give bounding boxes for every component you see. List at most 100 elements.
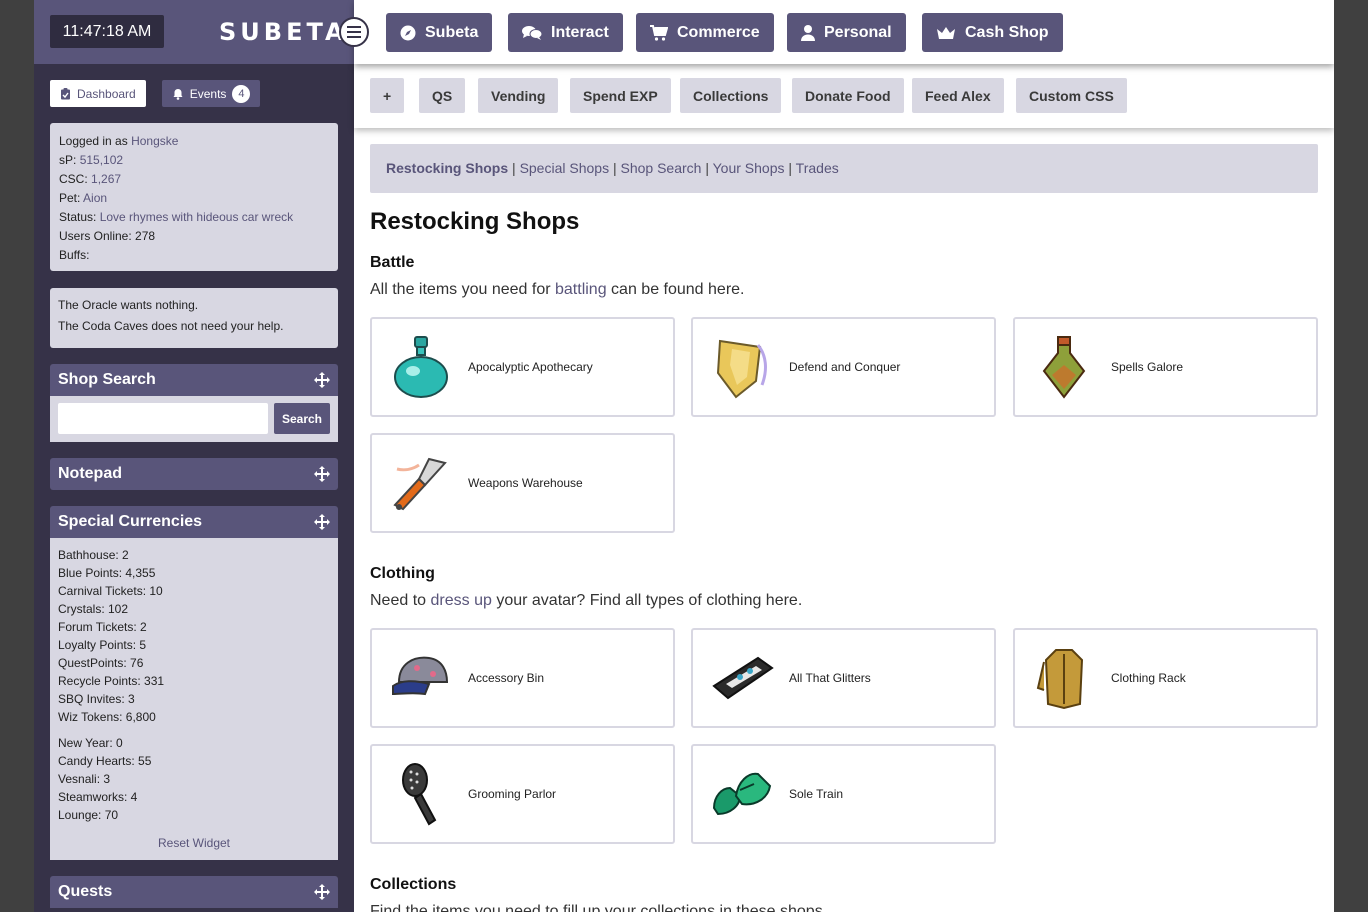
collections-description: Find the items you need to fill up your … xyxy=(370,903,828,912)
special-currencies-title: Special Currencies xyxy=(58,513,203,530)
clipboard-icon xyxy=(61,87,70,99)
sidebar-pills: Dashboard Events 4 xyxy=(50,80,261,107)
shop-card-accessory-bin[interactable]: Accessory Bin xyxy=(370,628,675,728)
quicklink-vending[interactable]: Vending xyxy=(478,78,559,113)
shop-search-body: Search xyxy=(50,396,338,442)
csc-label: CSC: xyxy=(59,172,88,186)
move-icon[interactable] xyxy=(314,514,330,530)
events-count-badge: 4 xyxy=(232,84,251,103)
top-nav: Subeta Interact Commerce Personal Cash S… xyxy=(354,0,1334,64)
shop-card-grooming-parlor[interactable]: Grooming Parlor xyxy=(370,744,675,844)
quicklink-collections[interactable]: Collections xyxy=(680,78,782,113)
shield-icon xyxy=(709,334,775,400)
currency-item: Crystals: 102 xyxy=(58,602,129,616)
shop-card-spells-galore[interactable]: Spells Galore xyxy=(1013,317,1318,417)
currency-item: Steamworks: 4 xyxy=(58,790,138,804)
nav-cash-shop[interactable]: Cash Shop xyxy=(922,13,1063,52)
currency-item: Vesnali: 3 xyxy=(58,772,111,786)
breadcrumb-shop-search[interactable]: Shop Search xyxy=(621,160,702,176)
shop-name: Apocalyptic Apothecary xyxy=(468,360,593,374)
battling-link[interactable]: battling xyxy=(555,281,607,298)
spell-flask-icon xyxy=(1031,334,1097,400)
nav-commerce[interactable]: Commerce xyxy=(636,13,774,52)
crown-icon xyxy=(937,26,955,39)
shoes-icon xyxy=(709,761,775,827)
user-info-box: Logged in as Hongske sP: 515,102 CSC: 1,… xyxy=(50,123,338,271)
hamburger-icon xyxy=(347,26,361,38)
currency-item: Wiz Tokens: 6,800 xyxy=(58,710,156,724)
shop-card-clothing-rack[interactable]: Clothing Rack xyxy=(1013,628,1318,728)
nav-subeta[interactable]: Subeta xyxy=(386,13,493,52)
quicklink-qs[interactable]: QS xyxy=(419,78,466,113)
breadcrumb-separator: | xyxy=(512,160,516,176)
battle-description: All the items you need for battling can … xyxy=(370,281,744,299)
cap-icon xyxy=(388,645,454,711)
breadcrumb-current[interactable]: Restocking Shops xyxy=(386,160,508,176)
dress-up-link[interactable]: dress up xyxy=(431,592,492,609)
pet-link[interactable]: Aion xyxy=(83,191,107,205)
brand-bar: 11:47:18 AM SUBETA xyxy=(34,0,354,64)
clothing-description: Need to dress up your avatar? Find all t… xyxy=(370,592,802,610)
coat-icon xyxy=(1031,645,1097,711)
nav-interact[interactable]: Interact xyxy=(508,13,623,52)
shop-card-weapons-warehouse[interactable]: Weapons Warehouse xyxy=(370,433,675,533)
breadcrumb-your-shops[interactable]: Your Shops xyxy=(713,160,785,176)
clothing-desc-text: your avatar? Find all types of clothing … xyxy=(496,592,803,609)
username-link[interactable]: Hongske xyxy=(131,134,178,148)
logged-in-label: Logged in as xyxy=(59,134,128,148)
shop-search-input[interactable] xyxy=(58,403,268,434)
notepad-title: Notepad xyxy=(58,465,122,482)
notepad-widget-header[interactable]: Notepad xyxy=(50,458,338,490)
hamburger-menu-button[interactable] xyxy=(339,17,369,47)
breadcrumb-special-shops[interactable]: Special Shops xyxy=(520,160,610,176)
reset-widget-link[interactable]: Reset Widget xyxy=(58,834,330,852)
quicklink-donate-food[interactable]: Donate Food xyxy=(792,78,904,113)
search-button[interactable]: Search xyxy=(274,403,330,434)
shop-card-defend-and-conquer[interactable]: Defend and Conquer xyxy=(691,317,996,417)
shop-card-apocalyptic-apothecary[interactable]: Apocalyptic Apothecary xyxy=(370,317,675,417)
breadcrumb-trades[interactable]: Trades xyxy=(796,160,839,176)
events-button[interactable]: Events 4 xyxy=(161,80,261,107)
move-icon[interactable] xyxy=(314,372,330,388)
currency-item: Blue Points: 4,355 xyxy=(58,566,156,580)
sp-value[interactable]: 515,102 xyxy=(80,153,123,167)
bracelet-box-icon xyxy=(709,645,775,711)
nav-label: Interact xyxy=(551,23,609,41)
sidebar: 11:47:18 AM SUBETA Dashboard Events 4 Lo… xyxy=(34,0,354,912)
quicklink-spend-exp[interactable]: Spend EXP xyxy=(570,78,671,113)
breadcrumb-separator: | xyxy=(788,160,793,176)
quicklink-custom-css[interactable]: Custom CSS xyxy=(1016,78,1127,113)
currency-item: QuestPoints: 76 xyxy=(58,656,144,670)
nav-label: Subeta xyxy=(425,23,479,41)
nav-label: Personal xyxy=(824,23,892,41)
quicklink-feed-alex[interactable]: Feed Alex xyxy=(912,78,1004,113)
status-label: Status: xyxy=(59,210,97,224)
shop-name: Sole Train xyxy=(789,787,844,801)
shop-name: Clothing Rack xyxy=(1111,671,1186,685)
dashboard-button[interactable]: Dashboard xyxy=(50,80,146,107)
quicklink-add[interactable]: + xyxy=(370,78,405,113)
nav-label: Cash Shop xyxy=(965,23,1049,41)
quests-title: Quests xyxy=(58,883,113,900)
battle-desc-text: All the items you need for xyxy=(370,281,551,298)
status-link[interactable]: Love rhymes with hideous car wreck xyxy=(100,210,293,224)
shop-card-sole-train[interactable]: Sole Train xyxy=(691,744,996,844)
nav-personal[interactable]: Personal xyxy=(787,13,906,52)
move-icon[interactable] xyxy=(314,466,330,482)
battle-heading: Battle xyxy=(370,254,415,271)
breadcrumb-separator: | xyxy=(612,160,617,176)
shop-name: All That Glitters xyxy=(789,671,871,685)
breadcrumb: Restocking Shops | Special Shops | Shop … xyxy=(370,144,1318,193)
special-currencies-widget-header[interactable]: Special Currencies xyxy=(50,506,338,538)
quests-widget-header[interactable]: Quests xyxy=(50,876,338,908)
shop-card-all-that-glitters[interactable]: All That Glitters xyxy=(691,628,996,728)
special-currencies-body: Bathhouse: 2 Blue Points: 4,355 Carnival… xyxy=(50,538,338,860)
currency-item: SBQ Invites: 3 xyxy=(58,692,135,706)
site-logo[interactable]: SUBETA xyxy=(219,18,348,46)
shop-search-widget-header[interactable]: Shop Search xyxy=(50,364,338,396)
csc-value[interactable]: 1,267 xyxy=(91,172,121,186)
shop-name: Weapons Warehouse xyxy=(468,476,583,490)
battle-desc-text: can be found here. xyxy=(611,281,745,298)
currency-item: Loyalty Points: 5 xyxy=(58,638,147,652)
move-icon[interactable] xyxy=(314,884,330,900)
